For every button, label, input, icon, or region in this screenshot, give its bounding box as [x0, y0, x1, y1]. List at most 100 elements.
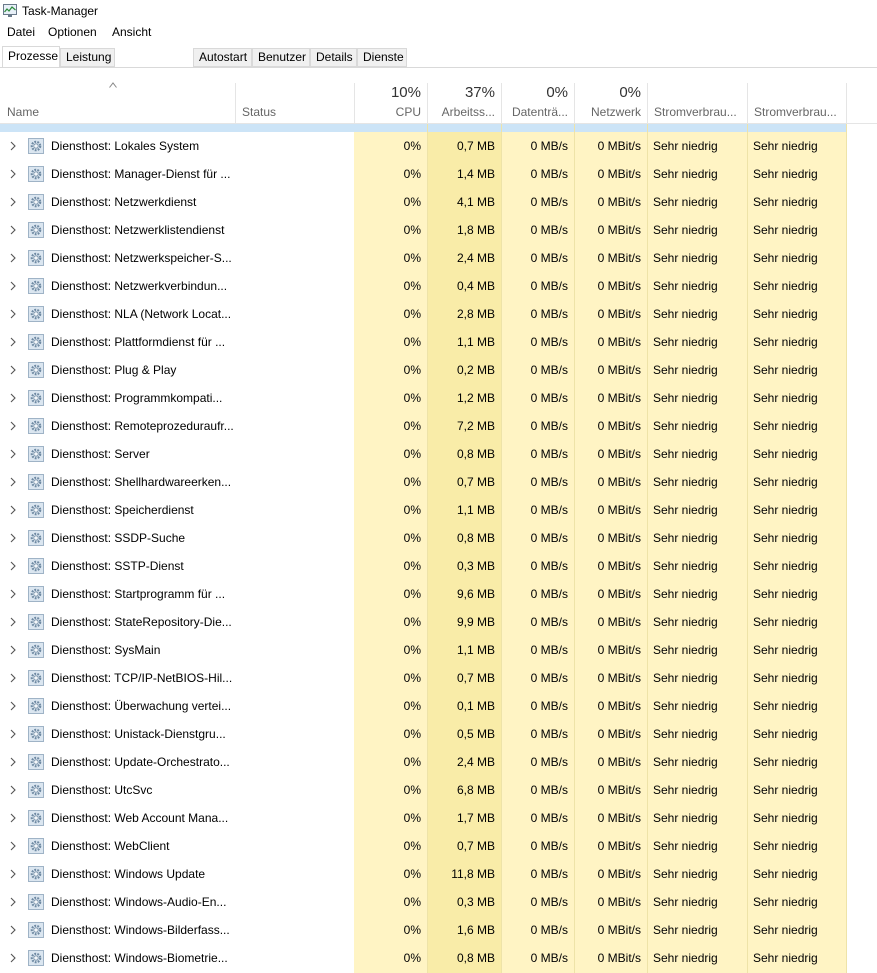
chevron-right-icon[interactable]	[10, 309, 16, 319]
process-row[interactable]: Diensthost: NLA (Network Locat... 0% 2,8…	[0, 300, 877, 328]
process-row[interactable]: Diensthost: Windows-Bilderfass... 0% 1,6…	[0, 916, 877, 944]
power-trend-value: Sehr niedrig	[753, 615, 818, 629]
process-row[interactable]: Diensthost: Überwachung vertei... 0% 0,1…	[0, 692, 877, 720]
column-power-trend[interactable]: Stromverbrau...	[747, 83, 847, 124]
chevron-right-icon[interactable]	[10, 197, 16, 207]
process-row[interactable]: Diensthost: Plug & Play 0% 0,2 MB 0 MB/s…	[0, 356, 877, 384]
chevron-right-icon[interactable]	[10, 281, 16, 291]
tab-leistung[interactable]: Leistung	[60, 48, 115, 67]
process-row[interactable]: Diensthost: Netzwerkverbindun... 0% 0,4 …	[0, 272, 877, 300]
chevron-right-icon[interactable]	[10, 225, 16, 235]
memory-value: 1,2 MB	[456, 391, 495, 405]
process-row[interactable]: Diensthost: Lokales System 0% 0,7 MB 0 M…	[0, 132, 877, 160]
gear-icon	[28, 614, 44, 630]
chevron-right-icon[interactable]	[10, 953, 16, 963]
process-row[interactable]: Diensthost: Web Account Mana... 0% 1,7 M…	[0, 804, 877, 832]
menu-datei[interactable]: Datei	[7, 25, 35, 39]
process-row[interactable]: Diensthost: UtcSvc 0% 6,8 MB 0 MB/s 0 MB…	[0, 776, 877, 804]
process-row[interactable]: Diensthost: SysMain 0% 1,1 MB 0 MB/s 0 M…	[0, 636, 877, 664]
process-row[interactable]: Diensthost: Windows-Biometrie... 0% 0,8 …	[0, 944, 877, 972]
gear-icon	[28, 698, 44, 714]
power-trend-value: Sehr niedrig	[753, 559, 818, 573]
process-row[interactable]: Diensthost: Netzwerklistendienst 0% 1,8 …	[0, 216, 877, 244]
chevron-right-icon[interactable]	[10, 589, 16, 599]
chevron-right-icon[interactable]	[10, 169, 16, 179]
process-name: Diensthost: Windows-Bilderfass...	[51, 923, 230, 937]
chevron-right-icon[interactable]	[10, 617, 16, 627]
chevron-right-icon[interactable]	[10, 841, 16, 851]
column-power[interactable]: Stromverbrau...	[647, 83, 747, 124]
process-row[interactable]: Diensthost: Manager-Dienst für ... 0% 1,…	[0, 160, 877, 188]
disk-value: 0 MB/s	[530, 727, 568, 741]
network-value: 0 MBit/s	[597, 895, 641, 909]
chevron-right-icon[interactable]	[10, 869, 16, 879]
chevron-right-icon[interactable]	[10, 645, 16, 655]
process-row[interactable]: Diensthost: TCP/IP-NetBIOS-Hil... 0% 0,7…	[0, 664, 877, 692]
chevron-right-icon[interactable]	[10, 897, 16, 907]
tab-dienste[interactable]: Dienste	[357, 48, 407, 67]
chevron-right-icon[interactable]	[10, 141, 16, 151]
memory-value: 9,9 MB	[456, 615, 495, 629]
cpu-value: 0%	[403, 895, 421, 909]
power-value: Sehr niedrig	[653, 727, 718, 741]
power-value: Sehr niedrig	[653, 615, 718, 629]
chevron-right-icon[interactable]	[10, 393, 16, 403]
process-row[interactable]: Diensthost: StateRepository-Die... 0% 9,…	[0, 608, 877, 636]
process-row[interactable]: Diensthost: SSTP-Dienst 0% 0,3 MB 0 MB/s…	[0, 552, 877, 580]
power-trend-value: Sehr niedrig	[753, 419, 818, 433]
chevron-right-icon[interactable]	[10, 421, 16, 431]
chevron-right-icon[interactable]	[10, 729, 16, 739]
process-row[interactable]: Diensthost: WebClient 0% 0,7 MB 0 MB/s 0…	[0, 832, 877, 860]
chevron-right-icon[interactable]	[10, 673, 16, 683]
process-row[interactable]: Diensthost: Netzwerkspeicher-S... 0% 2,4…	[0, 244, 877, 272]
tab-autostart[interactable]: Autostart	[193, 48, 252, 67]
process-row[interactable]: Diensthost: Speicherdienst 0% 1,1 MB 0 M…	[0, 496, 877, 524]
column-network[interactable]: 0% Netzwerk	[574, 83, 647, 124]
process-row[interactable]: Diensthost: Windows Update 0% 11,8 MB 0 …	[0, 860, 877, 888]
chevron-right-icon[interactable]	[10, 785, 16, 795]
memory-value: 0,7 MB	[456, 139, 495, 153]
process-row[interactable]: Diensthost: Shellhardwareerken... 0% 0,7…	[0, 468, 877, 496]
column-status[interactable]: Status	[235, 83, 354, 124]
chevron-right-icon[interactable]	[10, 449, 16, 459]
process-name: Diensthost: SysMain	[51, 643, 161, 657]
chevron-right-icon[interactable]	[10, 813, 16, 823]
column-disk[interactable]: 0% Datenträ...	[501, 83, 574, 124]
process-row[interactable]: Diensthost: SSDP-Suche 0% 0,8 MB 0 MB/s …	[0, 524, 877, 552]
column-memory[interactable]: 37% Arbeitss...	[427, 83, 501, 124]
process-row[interactable]: Diensthost: Windows-Audio-En... 0% 0,3 M…	[0, 888, 877, 916]
power-value: Sehr niedrig	[653, 223, 718, 237]
network-value: 0 MBit/s	[597, 699, 641, 713]
process-row[interactable]: Diensthost: Unistack-Dienstgru... 0% 0,5…	[0, 720, 877, 748]
partial-selected-row[interactable]	[0, 124, 846, 132]
power-trend-value: Sehr niedrig	[753, 587, 818, 601]
chevron-right-icon[interactable]	[10, 925, 16, 935]
tab-prozesse[interactable]: Prozesse	[2, 46, 60, 68]
chevron-right-icon[interactable]	[10, 477, 16, 487]
process-row[interactable]: Diensthost: Server 0% 0,8 MB 0 MB/s 0 MB…	[0, 440, 877, 468]
chevron-right-icon[interactable]	[10, 561, 16, 571]
menu-optionen[interactable]: Optionen	[48, 25, 97, 39]
chevron-right-icon[interactable]	[10, 757, 16, 767]
tab-benutzer[interactable]: Benutzer	[252, 48, 310, 67]
chevron-right-icon[interactable]	[10, 533, 16, 543]
chevron-right-icon[interactable]	[10, 337, 16, 347]
process-row[interactable]: Diensthost: Programmkompati... 0% 1,2 MB…	[0, 384, 877, 412]
process-row[interactable]: Diensthost: Remoteprozeduraufr... 0% 7,2…	[0, 412, 877, 440]
tab-details[interactable]: Details	[310, 48, 357, 67]
column-cpu[interactable]: 10% CPU	[354, 83, 427, 124]
chevron-right-icon[interactable]	[10, 505, 16, 515]
process-row[interactable]: Diensthost: Plattformdienst für ... 0% 1…	[0, 328, 877, 356]
power-trend-value: Sehr niedrig	[753, 447, 818, 461]
column-name[interactable]: Name	[0, 83, 235, 124]
disk-value: 0 MB/s	[530, 363, 568, 377]
chevron-right-icon[interactable]	[10, 365, 16, 375]
chevron-right-icon[interactable]	[10, 701, 16, 711]
power-value: Sehr niedrig	[653, 139, 718, 153]
menu-ansicht[interactable]: Ansicht	[112, 25, 151, 39]
process-row[interactable]: Diensthost: Update-Orchestrato... 0% 2,4…	[0, 748, 877, 776]
process-row[interactable]: Diensthost: Netzwerkdienst 0% 4,1 MB 0 M…	[0, 188, 877, 216]
column-cpu-label: CPU	[395, 105, 421, 119]
chevron-right-icon[interactable]	[10, 253, 16, 263]
process-row[interactable]: Diensthost: Startprogramm für ... 0% 9,6…	[0, 580, 877, 608]
